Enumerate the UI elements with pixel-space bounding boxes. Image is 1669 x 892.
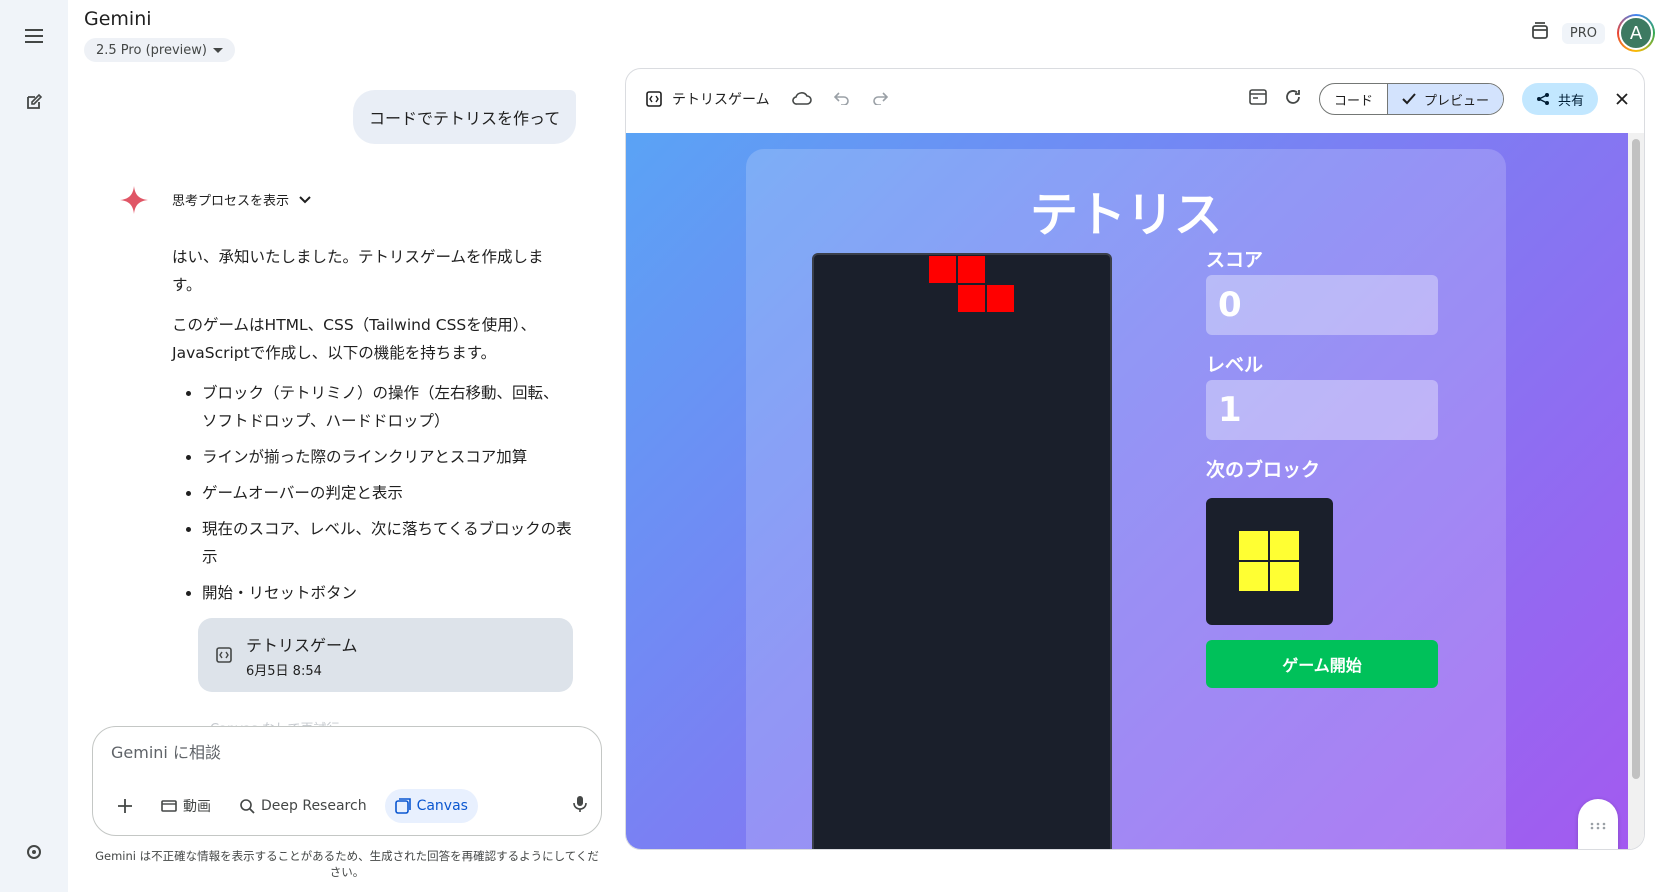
list-item: 現在のスコア、レベル、次に落ちてくるブロックの表示: [202, 515, 572, 571]
gemini-spark-icon: [120, 186, 148, 218]
list-item: ラインが揃った際のラインクリアとスコア加算: [202, 443, 572, 471]
model-selector[interactable]: 2.5 Pro (preview): [84, 38, 235, 62]
piece-cell: [928, 255, 957, 284]
user-message: コードでテトリスを作って: [353, 90, 577, 144]
game-container: テトリス スコア 0 レベル 1 次のブロック ゲーム開始: [746, 149, 1506, 849]
redo-icon[interactable]: [872, 90, 888, 109]
model-label: 2.5 Pro (preview): [96, 42, 207, 58]
disclaimer: Gemini は不正確な情報を表示することがあるため、生成された回答を再確認する…: [95, 849, 599, 879]
video-icon: [161, 800, 177, 812]
canvas-icon: [394, 798, 411, 814]
piece-cell: [986, 284, 1015, 313]
score-value: 0: [1206, 275, 1438, 335]
avatar-initial: A: [1619, 16, 1653, 50]
chat-history-icon[interactable]: [1530, 21, 1550, 45]
check-icon: [1402, 93, 1416, 105]
next-piece-cell: [1238, 561, 1269, 592]
chevron-down-icon: [212, 47, 223, 53]
canvas-panel: テトリスゲーム コード プレビュー 共有 テトリス スコア 0 レベル 1 次の…: [625, 68, 1645, 850]
card-date: 6月5日 8:54: [246, 663, 322, 679]
video-tool-label: 動画: [183, 799, 211, 815]
share-icon: [1536, 93, 1549, 105]
level-label: レベル: [1206, 354, 1264, 376]
share-label: 共有: [1557, 93, 1584, 109]
video-tool-button[interactable]: 動画: [151, 789, 221, 823]
canvas-document-card[interactable]: テトリスゲーム 6月5日 8:54: [198, 618, 573, 692]
next-piece-cell: [1269, 561, 1300, 592]
start-game-button[interactable]: ゲーム開始: [1206, 640, 1438, 688]
menu-icon[interactable]: [18, 20, 50, 52]
list-item: ゲームオーバーの判定と表示: [202, 479, 572, 507]
console-icon[interactable]: [1249, 89, 1267, 109]
list-item: 開始・リセットボタン: [202, 579, 572, 607]
share-button[interactable]: 共有: [1521, 83, 1598, 115]
canvas-title: テトリスゲーム: [646, 89, 770, 109]
plus-icon: [118, 799, 132, 813]
view-toggle: コード プレビュー: [1318, 83, 1504, 115]
refresh-icon[interactable]: [1285, 89, 1301, 109]
game-board[interactable]: [812, 253, 1112, 849]
next-piece-cell: [1269, 530, 1300, 561]
code-doc-icon: [216, 647, 232, 663]
composer-tools: 動画 Deep Research Canvas: [107, 789, 478, 823]
top-right-actions: PRO A: [1530, 14, 1655, 52]
drag-handle-icon[interactable]: [1590, 815, 1606, 834]
add-button[interactable]: [107, 789, 143, 823]
deep-research-button[interactable]: Deep Research: [229, 789, 377, 823]
deep-research-icon: [240, 799, 255, 814]
thinking-label: 思考プロセスを表示: [172, 194, 290, 209]
deep-research-label: Deep Research: [261, 798, 367, 814]
preview-tab[interactable]: プレビュー: [1386, 84, 1503, 114]
preview-tab-label: プレビュー: [1423, 93, 1489, 109]
chevron-down-icon: [299, 195, 311, 203]
toolbar-left: テトリスゲーム: [646, 89, 888, 109]
preview-scrollbar[interactable]: [1628, 133, 1644, 849]
floating-tools: [1578, 799, 1618, 849]
canvas-title-label: テトリスゲーム: [672, 92, 770, 108]
code-tab[interactable]: コード: [1320, 84, 1387, 114]
undo-icon[interactable]: [833, 90, 850, 109]
canvas-toolbar: テトリスゲーム コード プレビュー 共有: [626, 69, 1644, 133]
cloud-save-icon[interactable]: [791, 90, 812, 109]
score-label: スコア: [1206, 249, 1264, 271]
prompt-input[interactable]: [111, 743, 561, 762]
show-thinking-toggle[interactable]: 思考プロセスを表示: [172, 190, 311, 209]
game-title: テトリス: [1029, 187, 1222, 243]
toolbar-right: コード プレビュー 共有: [1249, 83, 1628, 115]
canvas-tool-button[interactable]: Canvas: [384, 789, 478, 823]
card-title: テトリスゲーム: [246, 635, 358, 655]
level-value: 1: [1206, 380, 1438, 440]
new-chat-icon[interactable]: [18, 86, 50, 118]
settings-icon[interactable]: [18, 836, 50, 868]
canvas-tool-label: Canvas: [416, 798, 468, 814]
side-rail: [0, 0, 68, 892]
game-preview: テトリス スコア 0 レベル 1 次のブロック ゲーム開始: [626, 133, 1630, 849]
piece-cell: [957, 255, 986, 284]
answer-body: このゲームはHTML、CSS（Tailwind CSSを使用）、JavaScri…: [172, 316, 537, 362]
next-piece-cell: [1238, 530, 1269, 561]
pro-badge: PRO: [1561, 22, 1605, 44]
code-doc-icon: [646, 91, 662, 107]
app-title: Gemini: [84, 8, 152, 30]
piece-cell: [957, 284, 986, 313]
next-block-label: 次のブロック: [1206, 459, 1321, 481]
microphone-icon[interactable]: [573, 795, 587, 817]
scrollbar-thumb[interactable]: [1632, 139, 1640, 779]
close-icon[interactable]: [1616, 90, 1628, 109]
next-block-preview: [1206, 498, 1333, 625]
prompt-composer: 動画 Deep Research Canvas: [92, 726, 602, 836]
answer-text: はい、承知いたしました。テトリスゲームを作成します。 このゲームはHTML、CS…: [172, 243, 572, 615]
avatar[interactable]: A: [1617, 14, 1655, 52]
list-item: ブロック（テトリミノ）の操作（左右移動、回転、ソフトドロップ、ハードドロップ）: [202, 379, 572, 435]
answer-intro: はい、承知いたしました。テトリスゲームを作成します。: [172, 248, 544, 294]
feature-list: ブロック（テトリミノ）の操作（左右移動、回転、ソフトドロップ、ハードドロップ） …: [172, 379, 572, 607]
